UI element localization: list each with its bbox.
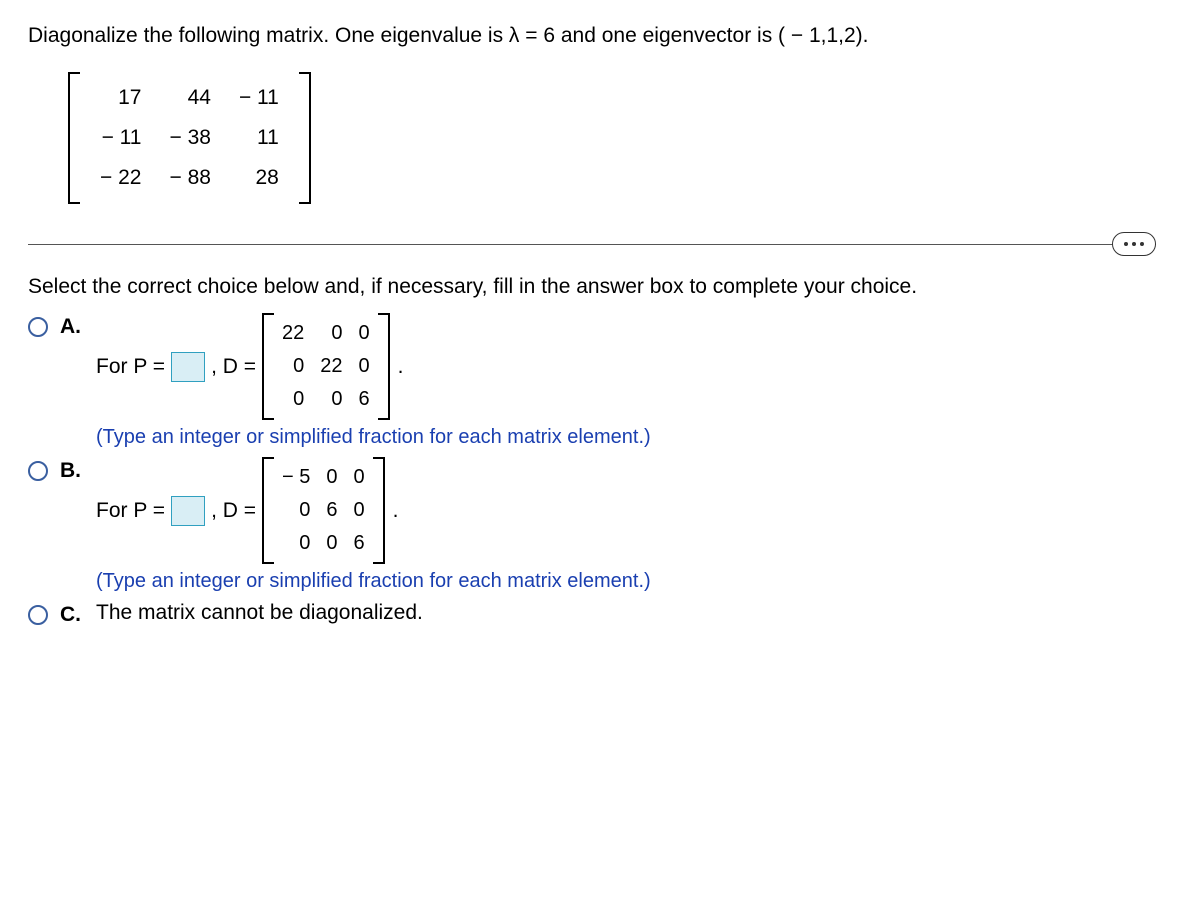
choice-b-pre: For P = [96, 499, 165, 523]
choice-a-label: A. [60, 315, 82, 339]
b-d-1-2: 0 [345, 494, 372, 527]
m-1-2: 11 [225, 118, 293, 158]
m-1-1: − 38 [155, 118, 224, 158]
instruction-text: Select the correct choice below and, if … [28, 275, 1156, 299]
choice-b-d-matrix: − 5 0 0 0 6 0 0 0 6 [262, 457, 385, 564]
b-d-2-2: 6 [345, 527, 372, 560]
a-d-0-2: 0 [351, 317, 378, 350]
choice-a: A. For P = , D = 22 0 0 0 22 0 [28, 313, 1156, 449]
m-0-2: − 11 [225, 78, 293, 118]
choice-c-label: C. [60, 603, 82, 627]
ellipsis-icon [1124, 242, 1144, 246]
choice-c: C. The matrix cannot be diagonalized. [28, 601, 1156, 627]
a-d-2-2: 6 [351, 383, 378, 416]
question-text: Diagonalize the following matrix. One ei… [28, 24, 1156, 48]
choice-a-period: . [398, 355, 404, 379]
a-d-1-1: 22 [312, 350, 350, 383]
a-d-2-1: 0 [312, 383, 350, 416]
divider [28, 244, 1156, 245]
more-button[interactable] [1112, 232, 1156, 256]
a-d-1-0: 0 [274, 350, 312, 383]
b-d-1-0: 0 [274, 494, 318, 527]
a-d-1-2: 0 [351, 350, 378, 383]
choice-b-label: B. [60, 459, 82, 483]
choice-b-period: . [393, 499, 399, 523]
a-d-0-0: 22 [274, 317, 312, 350]
b-d-2-0: 0 [274, 527, 318, 560]
m-1-0: − 11 [86, 118, 155, 158]
choice-a-d-matrix: 22 0 0 0 22 0 0 0 6 [262, 313, 390, 420]
radio-a[interactable] [28, 317, 48, 337]
b-d-0-1: 0 [318, 461, 345, 494]
choice-a-pre: For P = [96, 355, 165, 379]
given-matrix: 17 44 − 11 − 11 − 38 11 − 22 − 88 28 [68, 72, 311, 204]
choice-a-hint: (Type an integer or simplified fraction … [96, 426, 1156, 449]
m-0-0: 17 [86, 78, 155, 118]
a-d-2-0: 0 [274, 383, 312, 416]
m-0-1: 44 [155, 78, 224, 118]
choice-a-mid: , D = [211, 355, 256, 379]
choice-a-input[interactable] [171, 352, 205, 382]
b-d-2-1: 0 [318, 527, 345, 560]
a-d-0-1: 0 [312, 317, 350, 350]
radio-b[interactable] [28, 461, 48, 481]
choice-b-mid: , D = [211, 499, 256, 523]
radio-c[interactable] [28, 605, 48, 625]
choice-b-hint: (Type an integer or simplified fraction … [96, 570, 1156, 593]
b-d-0-2: 0 [345, 461, 372, 494]
choice-b: B. For P = , D = − 5 0 0 0 6 0 [28, 457, 1156, 593]
m-2-0: − 22 [86, 158, 155, 198]
b-d-0-0: − 5 [274, 461, 318, 494]
choice-c-text: The matrix cannot be diagonalized. [96, 601, 423, 624]
m-2-2: 28 [225, 158, 293, 198]
choice-b-input[interactable] [171, 496, 205, 526]
b-d-1-1: 6 [318, 494, 345, 527]
m-2-1: − 88 [155, 158, 224, 198]
